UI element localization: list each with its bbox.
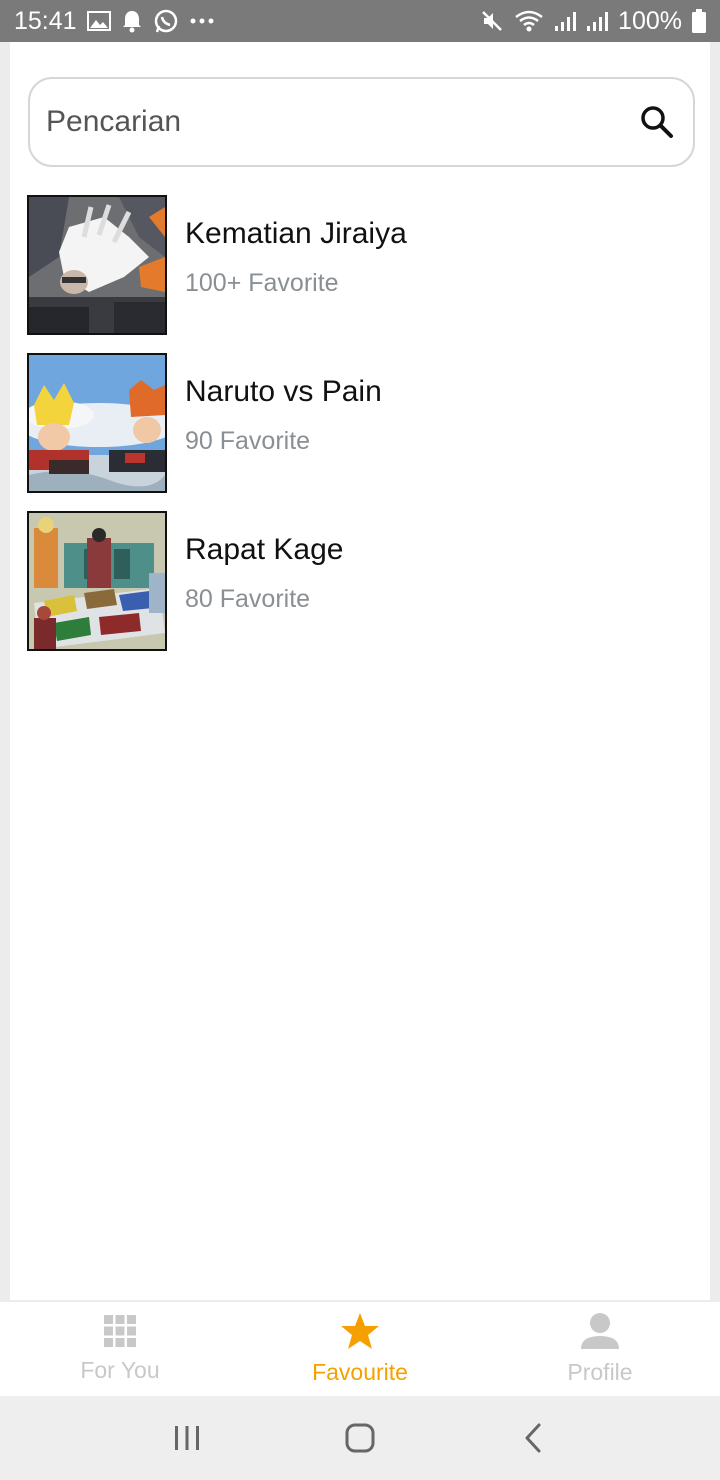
nav-item-favourite[interactable]: Favourite [240,1302,480,1396]
nav-item-profile[interactable]: Profile [480,1302,720,1396]
nav-label: For You [80,1357,160,1383]
list-item[interactable]: Naruto vs Pain 90 Favorite [27,353,697,511]
item-title: Rapat Kage [185,533,344,566]
wifi-icon [514,9,544,33]
list-item[interactable]: Rapat Kage 80 Favorite [27,511,697,669]
search-bar[interactable] [28,77,695,167]
item-text: Kematian Jiraiya 100+ Favorite [185,195,407,298]
star-icon [340,1312,380,1355]
favourite-list: Kematian Jiraiya 100+ Favorite Naruto vs… [27,195,697,669]
bottom-navigation: For You Favourite Profile [0,1302,720,1396]
search-input[interactable] [46,105,635,139]
battery-percent: 100% [618,6,682,35]
person-icon [580,1312,620,1355]
search-icon[interactable] [635,100,679,144]
more-dots-icon [189,17,215,25]
status-bar: 15:41 100% [0,0,720,42]
back-icon[interactable] [503,1408,563,1468]
recent-apps-icon[interactable] [157,1408,217,1468]
whatsapp-icon [153,8,179,34]
item-favorite-count: 90 Favorite [185,427,311,455]
status-right: 100% [480,7,706,36]
bell-icon [121,9,143,33]
status-time: 15:41 [14,6,77,35]
item-thumbnail [27,353,167,493]
mute-icon [480,9,504,33]
signal-icon [554,10,577,32]
system-navigation-bar [0,1396,720,1480]
item-text: Rapat Kage 80 Favorite [185,511,343,614]
item-title: Naruto vs Pain [185,375,382,408]
item-favorite-count: 100+ Favorite [185,269,339,297]
signal-icon [586,10,609,32]
home-icon[interactable] [330,1408,390,1468]
gallery-icon [86,10,111,32]
item-thumbnail [27,195,167,335]
item-thumbnail [27,511,167,651]
status-left: 15:41 [14,7,215,36]
item-title: Kematian Jiraiya [185,217,407,250]
list-item[interactable]: Kematian Jiraiya 100+ Favorite [27,195,697,353]
battery-icon [692,9,706,33]
favourite-screen: Kematian Jiraiya 100+ Favorite [10,42,710,1300]
nav-label: Favourite [312,1359,408,1385]
item-favorite-count: 80 Favorite [185,585,311,613]
item-text: Naruto vs Pain 90 Favorite [185,353,382,456]
grid-icon [103,1314,137,1353]
nav-item-for-you[interactable]: For You [0,1302,240,1396]
nav-label: Profile [567,1359,633,1385]
